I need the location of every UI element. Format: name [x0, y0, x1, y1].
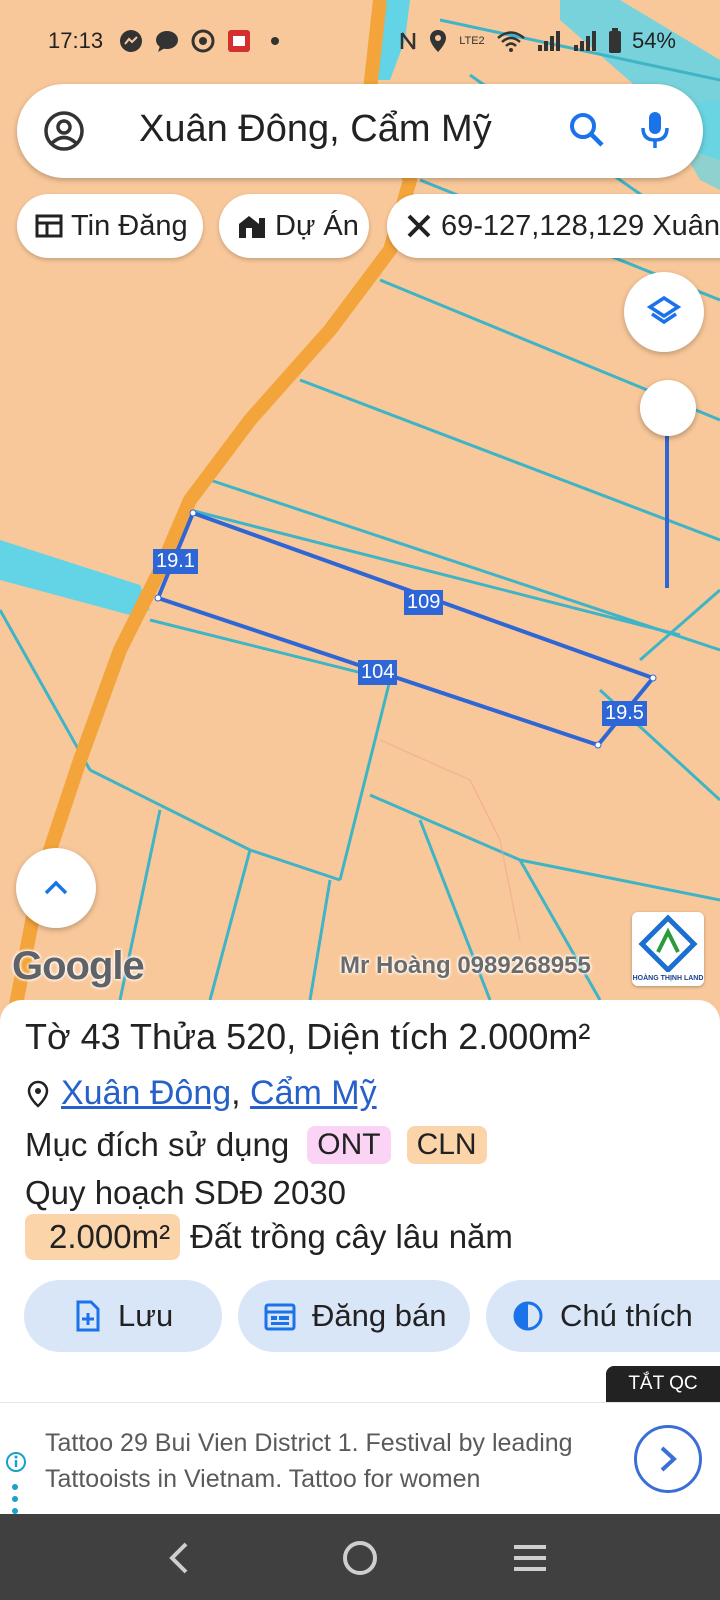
- half-circle-icon: [513, 1301, 543, 1331]
- plan-row: Quy hoạch SDĐ 2030: [25, 1174, 346, 1212]
- parcel-info-panel: Tờ 43 Thửa 520, Diện tích 2.000m² Xuân Đ…: [0, 1000, 720, 1404]
- notification-icons: [118, 28, 288, 54]
- legend-label: Chú thích: [560, 1298, 693, 1333]
- edge-label-top: 109: [404, 590, 444, 615]
- chevron-right-icon: [660, 1446, 677, 1472]
- area-row: 2.000m² Đất trồng cây lâu năm: [25, 1214, 513, 1260]
- dot-icon: [271, 37, 279, 45]
- chat-icon: [156, 31, 178, 52]
- pdf-icon: [228, 30, 250, 52]
- signal-icon: [573, 31, 596, 51]
- status-bar: 17:13 LTE2 54%: [0, 0, 720, 84]
- location-link-commune[interactable]: Xuân Đông: [61, 1074, 231, 1113]
- opacity-slider-thumb[interactable]: [640, 380, 696, 436]
- system-icons: LTE2 54%: [398, 28, 676, 54]
- close-ad-button[interactable]: TẮT QC: [606, 1366, 720, 1402]
- save-button[interactable]: Lưu: [24, 1280, 222, 1352]
- location-link-district[interactable]: Cẩm Mỹ: [250, 1074, 377, 1113]
- wifi-icon: [497, 31, 525, 52]
- ruler-cross-icon: [407, 214, 431, 238]
- recent-apps-icon[interactable]: [506, 1534, 554, 1582]
- status-time: 17:13: [48, 28, 104, 53]
- brand-logo-text: HOÀNG THỊNH LAND: [632, 975, 704, 982]
- post-sale-button[interactable]: Đăng bán: [238, 1280, 470, 1352]
- parcel-title: Tờ 43 Thửa 520, Diện tích 2.000m²: [25, 1016, 591, 1057]
- brand-logo: HOÀNG THỊNH LAND: [632, 912, 704, 986]
- home-icon[interactable]: [336, 1534, 384, 1582]
- back-icon[interactable]: [156, 1534, 204, 1582]
- layers-icon: [646, 295, 682, 325]
- location-icon: [429, 30, 446, 52]
- chip-label: Tin Đăng: [71, 209, 188, 242]
- chip-du-an[interactable]: Dự Án: [219, 194, 369, 258]
- area-description: Đất trồng cây lâu năm: [190, 1218, 513, 1255]
- chrome-icon: [191, 29, 215, 53]
- location-separator: ,: [231, 1074, 241, 1112]
- plan-label: Quy hoạch SDĐ 2030: [25, 1174, 347, 1211]
- chip-label: Dự Án: [275, 209, 359, 242]
- ad-options-icon[interactable]: [10, 1483, 20, 1515]
- parcel-location: Xuân Đông, Cẩm Mỹ: [25, 1074, 377, 1113]
- battery-percent: 54%: [631, 28, 676, 53]
- post-sale-label: Đăng bán: [312, 1298, 447, 1333]
- expand-panel-button[interactable]: [16, 848, 96, 928]
- chip-tin-dang[interactable]: Tin Đăng: [17, 194, 203, 258]
- usage-label: Mục đích sử dụng: [25, 1126, 290, 1163]
- building-icon: [239, 216, 265, 238]
- edge-label-left: 19.1: [153, 549, 198, 574]
- battery-icon: [608, 28, 621, 53]
- ad-text[interactable]: Tattoo 29 Bui Vien District 1. Festival …: [45, 1425, 615, 1497]
- volte-icon: LTE2: [459, 34, 485, 47]
- save-file-icon: [76, 1300, 100, 1332]
- account-icon[interactable]: [43, 110, 85, 152]
- search-icon[interactable]: [565, 108, 609, 152]
- chip-label: 69-127,128,129 Xuân: [441, 209, 720, 242]
- area-badge: 2.000m²: [25, 1214, 181, 1260]
- usage-tag-cln: CLN: [406, 1126, 487, 1164]
- listing-icon: [35, 214, 63, 238]
- microphone-icon[interactable]: [633, 108, 677, 152]
- signal-icon: [537, 31, 560, 51]
- edge-label-right: 19.5: [602, 701, 647, 726]
- usage-row: Mục đích sử dụng ONT CLN: [25, 1126, 487, 1164]
- chip-parcel-id[interactable]: 69-127,128,129 Xuân: [387, 194, 720, 258]
- edge-label-bottom: 104: [358, 660, 398, 685]
- chevron-up-icon: [44, 880, 68, 895]
- save-label: Lưu: [118, 1298, 174, 1333]
- filter-chips: Tin Đăng Dự Án 69-127,128,129 Xuân: [17, 194, 720, 258]
- layers-button[interactable]: [624, 272, 704, 352]
- search-bar[interactable]: Xuân Đông, Cẩm Mỹ: [17, 84, 703, 178]
- usage-tag-ont: ONT: [307, 1126, 391, 1164]
- ad-info-icon[interactable]: [5, 1451, 27, 1473]
- google-logo: Google: [12, 944, 145, 988]
- action-buttons: Lưu Đăng bán Chú thích: [0, 1280, 720, 1352]
- ad-banner[interactable]: Tattoo 29 Bui Vien District 1. Festival …: [0, 1402, 720, 1514]
- location-pin-icon: [27, 1080, 49, 1108]
- search-input[interactable]: Xuân Đông, Cẩm Mỹ: [139, 108, 492, 151]
- calendar-icon: [264, 1303, 296, 1331]
- nfc-icon: [400, 32, 416, 50]
- messenger-icon: [120, 30, 142, 52]
- opacity-slider-track[interactable]: [665, 430, 669, 588]
- ad-open-button[interactable]: [634, 1425, 702, 1493]
- watermark-text: Mr Hoàng 0989268955: [340, 952, 591, 979]
- system-nav-bar: [0, 1514, 720, 1600]
- legend-button[interactable]: Chú thích: [486, 1280, 720, 1352]
